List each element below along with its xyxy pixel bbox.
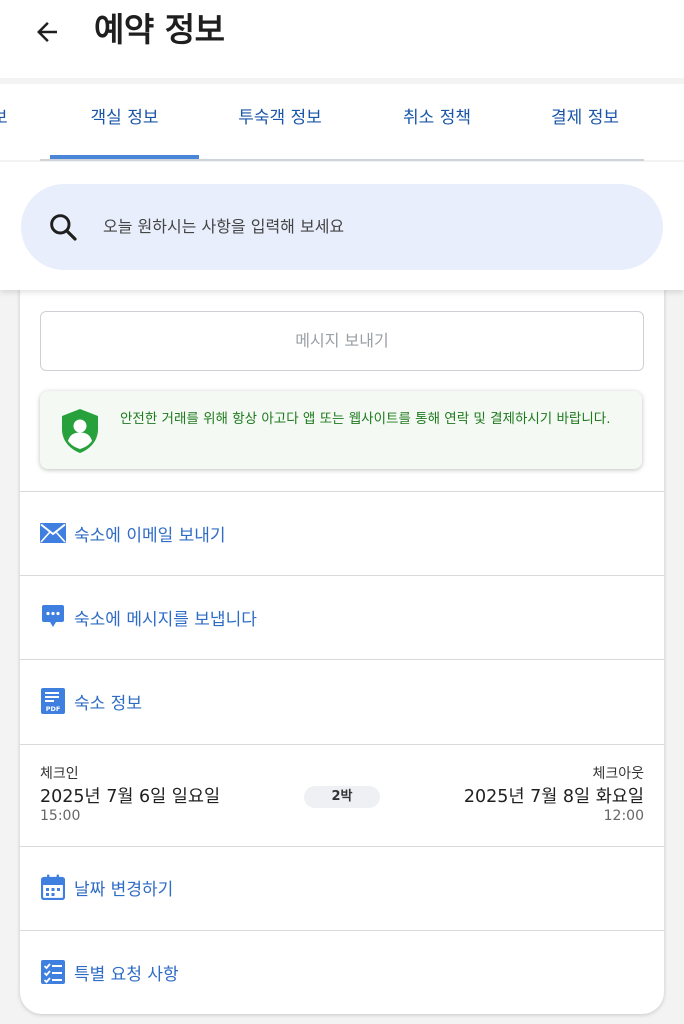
chat-bubble-icon (40, 604, 66, 630)
tab-cancellation-policy[interactable]: 취소 정책 (362, 84, 512, 158)
safety-notice: 안전한 거래를 위해 항상 아고다 앱 또는 웹사이트를 통해 연락 및 결제하… (40, 391, 642, 469)
shield-user-icon (62, 409, 98, 453)
divider (20, 491, 664, 492)
pdf-label: PDF (46, 705, 61, 713)
checkout-time: 12:00 (603, 808, 644, 824)
arrow-left-icon (37, 22, 57, 42)
property-info-label: 숙소 정보 (74, 693, 142, 714)
safety-notice-text: 안전한 거래를 위해 항상 아고다 앱 또는 웹사이트를 통해 연락 및 결제하… (120, 411, 611, 427)
search-placeholder: 오늘 원하시는 사항을 입력해 보세요 (103, 217, 345, 236)
property-info-link[interactable]: PDF 숙소 정보 (40, 681, 142, 721)
envelope-icon (40, 520, 66, 546)
checkin-time: 15:00 (40, 808, 81, 824)
send-message-button[interactable]: 메시지 보내기 (40, 311, 644, 371)
app-header: 예약 정보 (0, 0, 684, 78)
divider (20, 744, 664, 745)
change-dates-link[interactable]: 날짜 변경하기 (40, 867, 173, 907)
page-title: 예약 정보 (94, 10, 225, 49)
tab-partial[interactable]: 보 (0, 84, 12, 158)
pdf-document-icon: PDF (40, 688, 66, 714)
divider (20, 575, 664, 576)
special-requests-link[interactable]: 특별 요청 사항 (40, 952, 179, 992)
nights-badge: 2박 (304, 786, 380, 808)
tabs-divider (40, 159, 644, 161)
special-requests-label: 특별 요청 사항 (74, 964, 179, 985)
stay-dates: 체크인 2025년 7월 6일 일요일 15:00 2박 체크아웃 2025년 … (20, 746, 664, 846)
checklist-icon (40, 959, 66, 985)
search-icon (50, 214, 77, 241)
active-tab-indicator (50, 155, 199, 159)
email-property-label: 숙소에 이메일 보내기 (74, 525, 226, 546)
booking-card: 메시지 보내기 안전한 거래를 위해 항상 아고다 앱 또는 웹사이트를 통해 … (20, 280, 664, 1014)
divider (20, 846, 664, 847)
checkout-date: 2025년 7월 8일 화요일 (463, 787, 644, 807)
back-button[interactable] (24, 12, 70, 52)
change-dates-label: 날짜 변경하기 (74, 879, 174, 900)
divider (20, 659, 664, 660)
search-input[interactable]: 오늘 원하시는 사항을 입력해 보세요 (21, 184, 663, 270)
tab-bar: 보 객실 정보 투숙객 정보 취소 정책 결제 정보 (0, 84, 684, 160)
tab-room-info[interactable]: 객실 정보 (50, 84, 199, 158)
tab-payment-info[interactable]: 결제 정보 (510, 84, 660, 158)
message-property-link[interactable]: 숙소에 메시지를 보냅니다 (40, 597, 257, 637)
search-area: 오늘 원하시는 사항을 입력해 보세요 (0, 162, 684, 290)
email-property-link[interactable]: 숙소에 이메일 보내기 (40, 513, 226, 553)
checkout-label: 체크아웃 (592, 766, 644, 782)
message-property-label: 숙소에 메시지를 보냅니다 (74, 609, 257, 630)
checkin-label: 체크인 (40, 766, 79, 782)
checkin-date: 2025년 7월 6일 일요일 (40, 787, 221, 807)
tab-guest-info[interactable]: 투숙객 정보 (205, 84, 355, 158)
calendar-icon (40, 874, 66, 900)
divider (20, 930, 664, 931)
